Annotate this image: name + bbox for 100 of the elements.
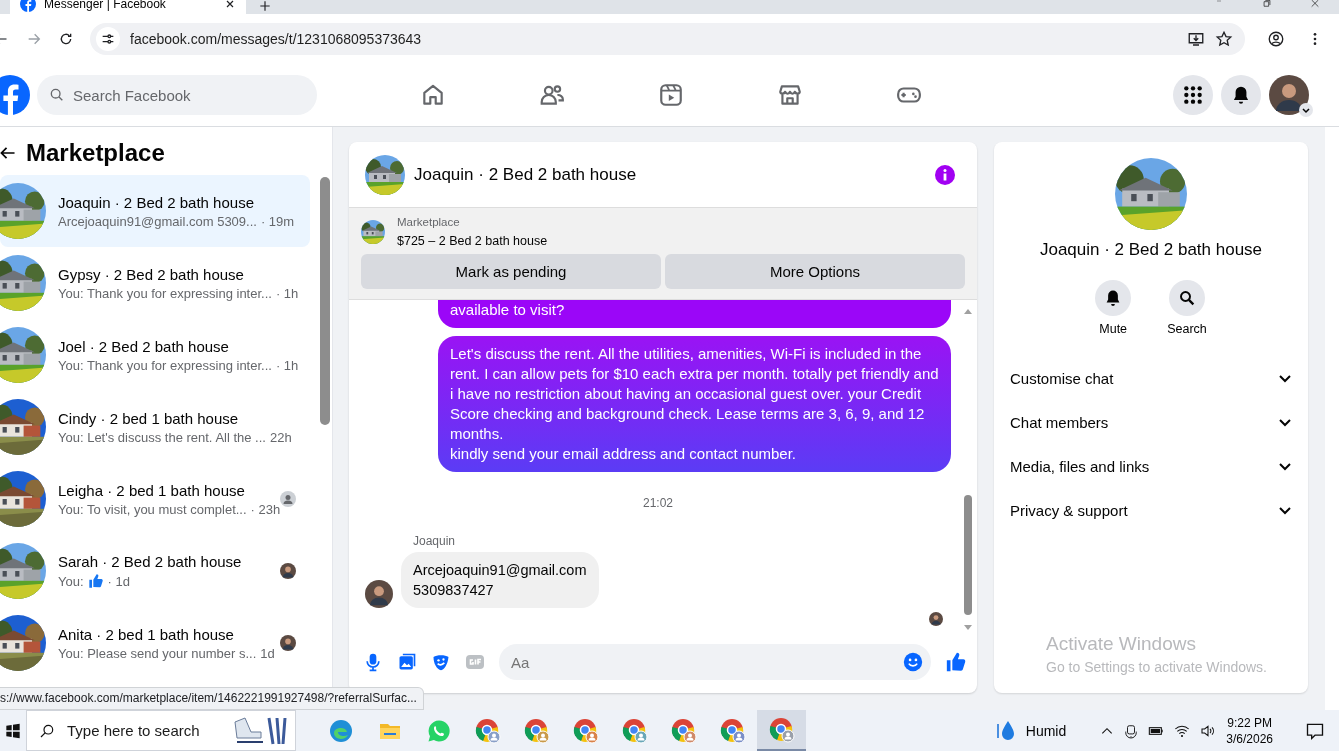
taskbar-app[interactable] [757, 710, 806, 751]
facebook-icon [20, 0, 36, 12]
edge-icon [328, 718, 353, 743]
listing-label: Marketplace [397, 216, 461, 228]
message-bubble: Arcejoaquin91@gmail.com 5309837427 [401, 552, 599, 608]
conversation-item[interactable]: Leigha · 2 bed 1 bath house You: To visit, you must complet... · 23h [0, 463, 310, 535]
info-icon[interactable] [935, 164, 955, 185]
conversation-name: Gypsy · 2 Bed 2 bath house [58, 265, 245, 283]
sliders-icon [100, 31, 116, 47]
listing-action-button[interactable]: Mark as pending [361, 254, 661, 289]
message-time: 1d [260, 645, 275, 661]
people-icon [538, 82, 565, 108]
section-toggle[interactable]: Chat members [1008, 400, 1294, 444]
like-icon[interactable] [945, 651, 967, 673]
listing-action-button[interactable]: More Options [665, 254, 965, 289]
weather-text[interactable]: Humid [1025, 722, 1067, 739]
search-icon [39, 722, 55, 739]
avatar-icon [365, 580, 393, 608]
conversation-item[interactable]: Joaquin · 2 Bed 2 bath house Arcejoaquin91@gmail.com 5309... · 19m [0, 175, 310, 247]
volume-icon[interactable] [1200, 722, 1217, 739]
scroll-down-icon[interactable] [963, 625, 973, 631]
browser-icon [768, 716, 795, 743]
browser-icon [719, 717, 746, 744]
browser-tab[interactable]: Messenger | Facebook [10, 0, 246, 14]
message-input[interactable]: Aa [499, 644, 931, 680]
install-icon[interactable] [1187, 30, 1205, 48]
read-receipt-icon [280, 563, 296, 579]
message-preview: You: Please send your number s... [58, 645, 257, 661]
like-icon [87, 573, 104, 589]
read-receipt-icon [929, 612, 943, 626]
browser-icon [621, 717, 648, 744]
read-receipt-icon [280, 491, 296, 507]
new-tab-icon[interactable] [258, 0, 272, 13]
video-icon [657, 82, 684, 108]
taskbar-search[interactable]: Type here to search [26, 710, 296, 751]
chat-title: Joaquin · 2 Bed 2 bath house [414, 164, 638, 185]
section-toggle[interactable]: Customise chat [1008, 356, 1294, 400]
facebook-logo[interactable] [0, 75, 30, 115]
search-icon [1178, 289, 1196, 307]
notifications-button[interactable] [1221, 75, 1261, 115]
message-time: · 1h [275, 285, 299, 301]
message-time: · 1h [275, 357, 299, 373]
message-preview: You: Let's discuss the rent. All the ... [58, 429, 266, 445]
conversation-item[interactable]: Cindy · 2 bed 1 bath house You: Let's discuss the rent. All the ... 22h [0, 391, 310, 463]
close-icon[interactable] [224, 0, 236, 10]
grid-icon [1183, 85, 1203, 105]
meet-icon[interactable] [1124, 722, 1139, 739]
site-settings-button[interactable] [96, 27, 120, 51]
image-icon[interactable] [397, 652, 417, 672]
message-preview: You: Thank you for expressing inter... [58, 357, 272, 373]
search-field[interactable]: Search Facebook [37, 75, 317, 115]
message-preview: Arcejoaquin91@gmail.com 5309... [58, 213, 257, 229]
conversation-name: Cindy · 2 bed 1 bath house [58, 409, 240, 427]
caret-icon[interactable] [1299, 103, 1313, 117]
section-toggle[interactable]: Privacy & support [1008, 488, 1294, 532]
message-preview: You: To visit, you must complet... [58, 501, 247, 517]
taskbar-clock[interactable]: 9:22 PM 3/6/2026 [1226, 714, 1273, 747]
panel-title: Marketplace [26, 139, 165, 167]
conversation-name: Joaquin · 2 Bed 2 bath house [58, 193, 255, 211]
browser-icon [523, 717, 550, 744]
reload-icon[interactable] [58, 31, 74, 47]
section-toggle[interactable]: Media, files and links [1008, 444, 1294, 488]
message-preview: You: [58, 573, 84, 589]
windows-icon[interactable] [5, 722, 21, 739]
message-time: 22h [269, 429, 292, 445]
message-time: · 23h [250, 501, 281, 517]
activation-message: Go to Settings to activate Windows. [1046, 659, 1267, 675]
emoji-icon[interactable] [903, 652, 923, 672]
conversation-item[interactable]: Joel · 2 Bed 2 bath house You: Thank you for expressing inter... · 1h [0, 319, 310, 391]
microphone-icon[interactable] [363, 652, 383, 672]
search-icon [49, 87, 65, 103]
menu-button[interactable] [1173, 75, 1213, 115]
message-bubble: available to visit? [438, 300, 951, 328]
conversation-name: Joel · 2 Bed 2 bath house [58, 337, 230, 355]
listing-title[interactable]: $725 – 2 Bed 2 bath house [397, 234, 548, 248]
restore-icon[interactable] [1261, 0, 1273, 10]
sender-name: Joaquin [413, 534, 456, 548]
scroll-up-icon[interactable] [963, 308, 973, 314]
browser-icon [572, 717, 599, 744]
star-icon[interactable] [1215, 30, 1233, 48]
tab-title: Messenger | Facebook [44, 0, 167, 10]
message-timestamp: 21:02 [643, 496, 673, 510]
message-preview: You: Thank you for expressing inter... [58, 285, 272, 301]
message-time: · 19m [260, 213, 295, 229]
bell-icon [1231, 85, 1251, 105]
status-url: s://www.facebook.com/marketplace/item/1462221991927498/?referralSurfac... [0, 687, 424, 710]
conversation-item[interactable]: Gypsy · 2 Bed 2 bath house You: Thank you for expressing inter... · 1h [0, 247, 310, 319]
read-receipt-icon [280, 635, 296, 651]
conversation-item[interactable]: Sarah · 2 Bed 2 bath house You: · 1d [0, 535, 310, 607]
store-icon [776, 82, 803, 108]
sticker-icon[interactable] [431, 652, 451, 672]
browser-icon [670, 717, 697, 744]
conversation-item[interactable]: Anita · 2 bed 1 bath house You: Please send your number s... 1d [0, 607, 310, 679]
profile-icon[interactable] [1267, 30, 1285, 48]
forward-icon[interactable] [26, 31, 42, 47]
conversation-name: Sarah · 2 Bed 2 bath house [58, 553, 243, 570]
conversation-name: Leigha · 2 bed 1 bath house [58, 481, 246, 499]
browser-icon [474, 717, 501, 744]
message-bubble: Let's discuss the rent. All the utilities, amenities, Wi-Fi is included in the rent. I can allow pets for $10 each extra per month. totally pet friendly and i have no restriction about having an occasional guest over. your Credit Score checking and background check. Lease terms are 3, 6, 9, and 12 months. kindly send your email address and contact number. [438, 336, 951, 472]
profile-avatar [1269, 75, 1309, 115]
